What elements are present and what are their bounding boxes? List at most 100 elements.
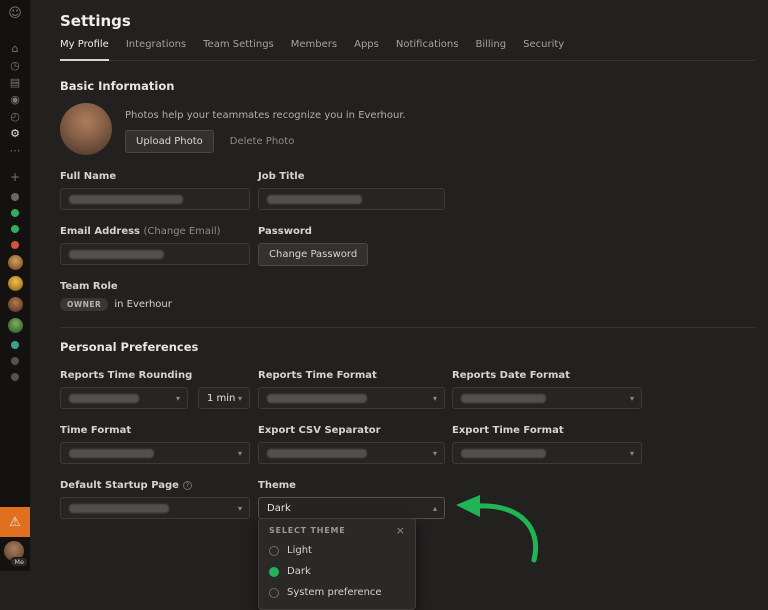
default-startup-page-select[interactable]: ▾ (60, 497, 250, 519)
theme-option-dark[interactable]: Dark (259, 561, 415, 582)
redacted-value (69, 250, 164, 259)
home-icon[interactable]: ⌂ (4, 40, 26, 57)
default-startup-page-label: Default Startup Page? (60, 480, 250, 491)
project-dot[interactable] (11, 357, 19, 365)
project-dot[interactable] (11, 241, 19, 249)
annotation-arrow (450, 490, 548, 568)
chevron-down-icon: ▾ (238, 504, 242, 513)
redacted-value (267, 449, 367, 458)
reports-time-format-select[interactable]: ▾ (258, 387, 445, 409)
tab-apps[interactable]: Apps (354, 39, 379, 60)
rounding-interval-select[interactable]: 1 min ▾ (198, 387, 250, 409)
warning-button[interactable]: ⚠ (0, 507, 30, 537)
redacted-value (461, 394, 546, 403)
settings-tabs: My Profile Integrations Team Settings Me… (60, 39, 755, 61)
chevron-down-icon: ▾ (630, 394, 634, 403)
redacted-value (267, 394, 367, 403)
project-dot[interactable] (11, 225, 19, 233)
tab-billing[interactable]: Billing (475, 39, 506, 60)
export-time-format-label: Export Time Format (452, 425, 642, 436)
redacted-value (461, 449, 546, 458)
redacted-value (69, 394, 139, 403)
teammate-avatar[interactable] (8, 276, 23, 291)
reports-time-rounding-label: Reports Time Rounding (60, 370, 250, 381)
theme-option-light[interactable]: Light (259, 540, 415, 561)
tab-security[interactable]: Security (523, 39, 564, 60)
info-icon[interactable]: ? (183, 481, 192, 490)
redacted-value (69, 504, 169, 513)
reports-date-format-select[interactable]: ▾ (452, 387, 642, 409)
email-label: Email Address (Change Email) (60, 226, 250, 237)
chevron-down-icon: ▾ (176, 394, 180, 403)
everhour-logo-icon[interactable]: ☺ (4, 3, 26, 23)
project-dot[interactable] (11, 193, 19, 201)
redacted-value (69, 195, 183, 204)
tab-notifications[interactable]: Notifications (396, 39, 459, 60)
close-icon[interactable]: × (396, 527, 405, 535)
basic-information-heading: Basic Information (60, 79, 755, 93)
dropdown-title: SELECT THEME (269, 526, 346, 535)
add-project-icon[interactable]: + (4, 168, 26, 185)
radio-icon (269, 588, 279, 598)
page-title: Settings (60, 12, 755, 30)
redacted-value (267, 195, 362, 204)
section-divider (60, 327, 755, 328)
tab-integrations[interactable]: Integrations (126, 39, 186, 60)
export-time-format-select[interactable]: ▾ (452, 442, 642, 464)
chevron-up-icon: ▴ (433, 504, 437, 513)
tab-team-settings[interactable]: Team Settings (203, 39, 274, 60)
theme-dropdown: SELECT THEME × Light Dark System prefere… (258, 518, 416, 610)
chevron-down-icon: ▾ (238, 449, 242, 458)
current-user-avatar[interactable]: Me (4, 541, 26, 567)
radio-icon (269, 546, 279, 556)
redacted-value (69, 449, 154, 458)
team-icon[interactable]: ◉ (4, 91, 26, 108)
tab-members[interactable]: Members (291, 39, 337, 60)
upload-photo-button[interactable]: Upload Photo (125, 130, 214, 153)
theme-select[interactable]: Dark ▴ (258, 497, 445, 519)
full-name-label: Full Name (60, 171, 250, 182)
change-email-link[interactable]: (Change Email) (144, 226, 221, 237)
theme-label: Theme (258, 480, 445, 491)
job-title-label: Job Title (258, 171, 445, 182)
profile-photo (60, 103, 112, 155)
radio-selected-icon (269, 567, 279, 577)
chevron-down-icon: ▾ (433, 394, 437, 403)
change-password-button[interactable]: Change Password (258, 243, 368, 266)
me-badge: Me (10, 557, 28, 567)
role-team-text: in Everhour (114, 299, 172, 310)
theme-option-system[interactable]: System preference (259, 582, 415, 603)
password-label: Password (258, 226, 445, 237)
settings-icon[interactable]: ⚙ (4, 125, 26, 142)
chevron-down-icon: ▾ (238, 394, 242, 403)
chevron-down-icon: ▾ (433, 449, 437, 458)
tab-my-profile[interactable]: My Profile (60, 39, 109, 61)
export-csv-separator-label: Export CSV Separator (258, 425, 445, 436)
time-format-select[interactable]: ▾ (60, 442, 250, 464)
schedule-icon[interactable]: ▤ (4, 74, 26, 91)
delete-photo-button[interactable]: Delete Photo (230, 136, 295, 147)
teammate-avatar[interactable] (8, 297, 23, 312)
teammate-avatar[interactable] (8, 318, 23, 333)
warning-icon: ⚠ (9, 515, 21, 530)
project-dot[interactable] (11, 341, 19, 349)
sidebar: ☺ ⌂ ◷ ▤ ◉ ◴ ⚙ ⋯ + ⚠ Me (0, 0, 30, 571)
team-role-label: Team Role (60, 281, 755, 292)
personal-preferences-heading: Personal Preferences (60, 340, 755, 354)
reports-time-format-label: Reports Time Format (258, 370, 445, 381)
time-icon[interactable]: ◷ (4, 57, 26, 74)
project-dot[interactable] (11, 209, 19, 217)
project-dot[interactable] (11, 373, 19, 381)
email-input[interactable] (60, 243, 250, 265)
export-csv-separator-select[interactable]: ▾ (258, 442, 445, 464)
chevron-down-icon: ▾ (630, 449, 634, 458)
role-badge: OWNER (60, 298, 108, 311)
reports-time-rounding-select[interactable]: ▾ (60, 387, 188, 409)
reports-date-format-label: Reports Date Format (452, 370, 642, 381)
timer-icon[interactable]: ◴ (4, 108, 26, 125)
job-title-input[interactable] (258, 188, 445, 210)
photo-hint-text: Photos help your teammates recognize you… (125, 110, 406, 121)
full-name-input[interactable] (60, 188, 250, 210)
teammate-avatar[interactable] (8, 255, 23, 270)
more-icon[interactable]: ⋯ (4, 142, 26, 159)
